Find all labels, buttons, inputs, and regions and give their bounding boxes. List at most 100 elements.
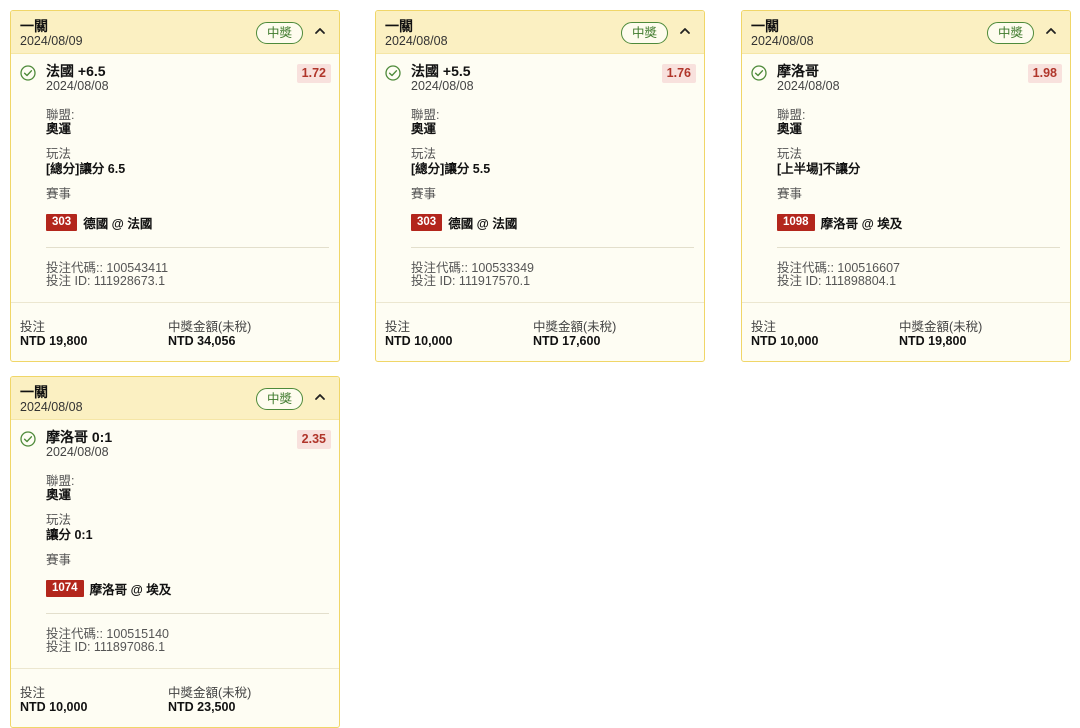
- check-circle-icon: [20, 431, 36, 447]
- bet-code-label: 投注代碼::: [411, 261, 472, 275]
- odds-badge: 1.72: [296, 64, 331, 83]
- divider: [46, 613, 329, 614]
- check-circle-icon: [751, 65, 767, 81]
- bet-id-value: 111898804.1: [824, 274, 897, 288]
- league-label: 聯盟:: [46, 474, 75, 488]
- bet-type-title: 一關: [385, 18, 413, 34]
- payout-label: 中獎金額(未稅): [899, 320, 983, 334]
- card-footer: 投注 NTD 10,000 中獎金額(未稅) NTD 17,600: [376, 302, 704, 361]
- stake-label: 投注: [385, 320, 411, 334]
- event-name: 德國 @ 法國: [83, 217, 153, 231]
- play-label: 玩法: [46, 147, 72, 161]
- payout-label: 中獎金額(未稅): [168, 320, 252, 334]
- chevron-up-icon[interactable]: [678, 24, 692, 38]
- play-label: 玩法: [777, 147, 803, 161]
- play-value: 讓分 0:1: [46, 528, 93, 542]
- league-label: 聯盟:: [411, 108, 440, 122]
- event-code-badge: 303: [411, 214, 443, 231]
- event-label: 賽事: [46, 553, 72, 567]
- event-name: 德國 @ 法國: [448, 217, 518, 231]
- check-circle-icon: [20, 65, 36, 81]
- event-code-badge: 1098: [777, 214, 815, 231]
- bet-code-value: 100516607: [837, 261, 900, 275]
- card-body: 摩洛哥 2024/08/08 1.98 聯盟: 奧運 玩法 [上半場]不讓分 賽…: [742, 54, 1070, 302]
- bet-id-line: 投注 ID: 111897086.1: [46, 641, 165, 654]
- stake-value: NTD 10,000: [385, 334, 453, 348]
- bet-code-value: 100533349: [471, 261, 534, 275]
- bet-date: 2024/08/09: [20, 34, 83, 48]
- card-footer: 投注 NTD 10,000 中獎金額(未稅) NTD 23,500: [11, 668, 339, 727]
- odds-badge: 1.76: [661, 64, 696, 83]
- bet-code-value: 100515140: [106, 627, 169, 641]
- status-badge: 中獎: [620, 22, 668, 44]
- card-header[interactable]: 一關 2024/08/08 中獎: [742, 11, 1070, 54]
- bet-id-value: 111897086.1: [93, 640, 166, 654]
- bet-id-label: 投注 ID:: [411, 274, 459, 288]
- event-name: 摩洛哥 @ 埃及: [820, 217, 903, 231]
- selection-name: 摩洛哥: [777, 63, 819, 79]
- bet-id-value: 111928673.1: [93, 274, 166, 288]
- stake-value: NTD 10,000: [751, 334, 819, 348]
- divider: [46, 247, 329, 248]
- play-label: 玩法: [411, 147, 437, 161]
- bet-type-title: 一關: [20, 384, 48, 400]
- event-row: 303 德國 @ 法國: [411, 213, 517, 232]
- check-circle-icon: [385, 65, 401, 81]
- league-value: 奧運: [777, 122, 803, 136]
- selection-date: 2024/08/08: [411, 79, 474, 93]
- status-badge: 中獎: [255, 388, 303, 410]
- card-body: 法國 +5.5 2024/08/08 1.76 聯盟: 奧運 玩法 [總分]讓分…: [376, 54, 704, 302]
- event-row: 1074 摩洛哥 @ 埃及: [46, 579, 171, 598]
- bet-date: 2024/08/08: [385, 34, 448, 48]
- play-value: [總分]讓分 5.5: [411, 162, 491, 176]
- chevron-up-icon[interactable]: [1044, 24, 1058, 38]
- status-badge: 中獎: [986, 22, 1034, 44]
- selection-name: 摩洛哥 0:1: [46, 429, 113, 445]
- selection-date: 2024/08/08: [46, 445, 109, 459]
- event-label: 賽事: [411, 187, 437, 201]
- card-footer: 投注 NTD 19,800 中獎金額(未稅) NTD 34,056: [11, 302, 339, 361]
- card-body: 法國 +6.5 2024/08/08 1.72 聯盟: 奧運 玩法 [總分]讓分…: [11, 54, 339, 302]
- selection-name: 法國 +6.5: [46, 63, 106, 79]
- selection-date: 2024/08/08: [46, 79, 109, 93]
- card-footer: 投注 NTD 10,000 中獎金額(未稅) NTD 19,800: [742, 302, 1070, 361]
- divider: [411, 247, 694, 248]
- card-header[interactable]: 一關 2024/08/09 中獎: [11, 11, 339, 54]
- chevron-up-icon[interactable]: [313, 390, 327, 404]
- league-value: 奧運: [411, 122, 437, 136]
- payout-value: NTD 17,600: [533, 334, 601, 348]
- payout-value: NTD 23,500: [168, 700, 236, 714]
- bet-card: 一關 2024/08/09 中獎 法國 +6.5 2024/08/08 1.72…: [10, 10, 340, 362]
- bet-code-value: 100543411: [106, 261, 169, 275]
- stake-value: NTD 19,800: [20, 334, 88, 348]
- payout-label: 中獎金額(未稅): [533, 320, 617, 334]
- chevron-up-icon[interactable]: [313, 24, 327, 38]
- card-header[interactable]: 一關 2024/08/08 中獎: [376, 11, 704, 54]
- league-value: 奧運: [46, 122, 72, 136]
- event-code-badge: 1074: [46, 580, 84, 597]
- status-badge: 中獎: [255, 22, 303, 44]
- divider: [777, 247, 1060, 248]
- odds-badge: 2.35: [296, 430, 331, 449]
- event-label: 賽事: [777, 187, 803, 201]
- stake-value: NTD 10,000: [20, 700, 88, 714]
- bet-date: 2024/08/08: [751, 34, 814, 48]
- event-label: 賽事: [46, 187, 72, 201]
- play-label: 玩法: [46, 513, 72, 527]
- league-label: 聯盟:: [46, 108, 75, 122]
- card-header[interactable]: 一關 2024/08/08 中獎: [11, 377, 339, 420]
- event-code-badge: 303: [46, 214, 78, 231]
- payout-value: NTD 19,800: [899, 334, 967, 348]
- selection-date: 2024/08/08: [777, 79, 840, 93]
- play-value: [上半場]不讓分: [777, 162, 861, 176]
- bet-type-title: 一關: [751, 18, 779, 34]
- bet-id-line: 投注 ID: 111898804.1: [777, 275, 896, 288]
- stake-label: 投注: [20, 320, 46, 334]
- league-label: 聯盟:: [777, 108, 806, 122]
- bet-id-line: 投注 ID: 111917570.1: [411, 275, 530, 288]
- bet-id-line: 投注 ID: 111928673.1: [46, 275, 165, 288]
- bet-card: 一關 2024/08/08 中獎 摩洛哥 2024/08/08 1.98 聯盟:…: [741, 10, 1071, 362]
- league-value: 奧運: [46, 488, 72, 502]
- bet-code-label: 投注代碼::: [46, 627, 107, 641]
- bet-type-title: 一關: [20, 18, 48, 34]
